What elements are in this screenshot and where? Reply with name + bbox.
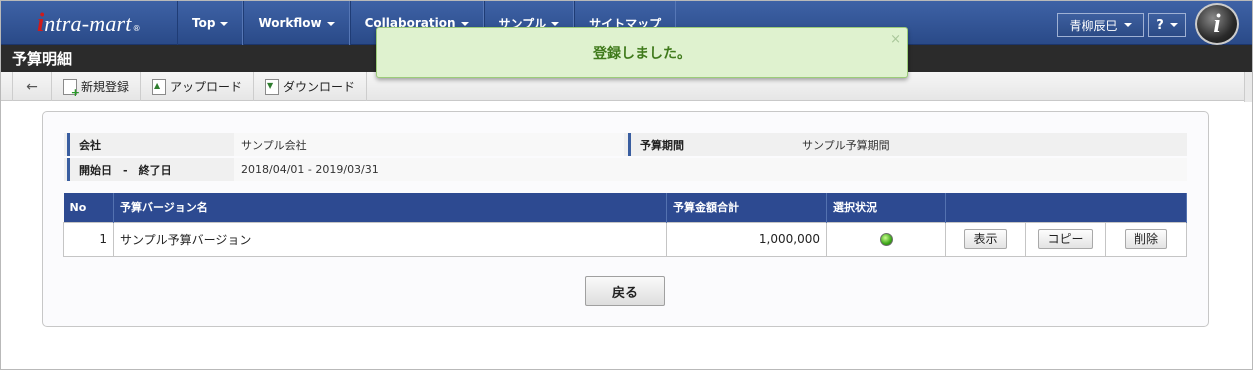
view-button[interactable]: 表示	[964, 229, 1007, 249]
upload-label: アップロード	[170, 80, 243, 94]
chevron-down-icon	[460, 22, 469, 26]
period-label: 予算期間	[628, 133, 793, 156]
info-row-company: 会社 サンプル会社 予算期間 サンプル予算期間	[64, 133, 1187, 156]
back-button[interactable]: 戻る	[585, 276, 665, 306]
row-version-name: サンプル予算バージョン	[113, 221, 667, 257]
user-name: 青柳辰巳	[1069, 18, 1118, 33]
new-document-icon	[63, 78, 80, 99]
help-icon: ?	[1156, 17, 1164, 33]
row-amount: 1,000,000	[666, 221, 827, 257]
budget-version-table: No 予算バージョン名 予算金額合計 選択状況 1 サンプル予算バージョン 1,…	[63, 193, 1187, 257]
arrow-left-icon: ←	[26, 78, 38, 95]
col-no: No	[63, 193, 114, 222]
info-row-dates: 開始日 - 終了日 2018/04/01 - 2019/03/31	[64, 158, 1187, 181]
row-delete-cell: 削除	[1105, 221, 1187, 257]
chevron-down-icon	[220, 22, 229, 26]
logo-text: ntra-mart	[44, 11, 132, 36]
intra-mart-logo[interactable]: i ntra-mart ®	[37, 9, 141, 37]
chevron-down-icon	[551, 22, 560, 26]
col-actions	[945, 193, 1187, 222]
row-copy-cell: コピー	[1025, 221, 1106, 257]
period-value: サンプル予算期間	[802, 138, 890, 152]
row-no: 1	[63, 221, 114, 257]
copy-button[interactable]: コピー	[1038, 229, 1093, 249]
company-label: 会社	[67, 133, 232, 156]
col-selection-status: 選択状況	[826, 193, 946, 222]
selected-status-icon	[879, 233, 893, 246]
upload-button[interactable]: アップロード	[141, 72, 255, 101]
success-notification: 登録しました。 ×	[376, 27, 908, 78]
row-view-cell: 表示	[945, 221, 1026, 257]
table-row: 1 サンプル予算バージョン 1,000,000 表示 コピー 削除	[63, 221, 1187, 257]
nav-top[interactable]: Top	[177, 1, 244, 45]
dates-label: 開始日 - 終了日	[67, 158, 232, 181]
chevron-down-icon	[1123, 23, 1132, 27]
back-arrow-button[interactable]: ←	[12, 72, 52, 101]
chevron-down-icon	[326, 22, 335, 26]
toolbar-scrollbar[interactable]	[1244, 72, 1252, 102]
col-total-amount: 予算金額合計	[666, 193, 827, 222]
download-icon	[265, 78, 280, 95]
nav-top-label: Top	[192, 16, 216, 30]
page-title: 予算明細	[12, 50, 73, 68]
nav-workflow[interactable]: Workflow	[243, 1, 350, 45]
logo-registered: ®	[132, 24, 141, 33]
close-icon[interactable]: ×	[890, 32, 901, 47]
new-register-button[interactable]: 新規登録	[52, 72, 142, 101]
company-value: サンプル会社	[241, 138, 307, 152]
user-menu-button[interactable]: 青柳辰巳	[1057, 13, 1144, 37]
chevron-down-icon	[1169, 23, 1178, 27]
download-button[interactable]: ダウンロード	[254, 72, 368, 101]
row-status	[826, 221, 946, 257]
upload-icon	[152, 78, 167, 95]
table-header-row: No 予算バージョン名 予算金額合計 選択状況	[63, 193, 1187, 222]
app-icon-letter: i	[1213, 9, 1221, 38]
help-menu-button[interactable]: ?	[1148, 13, 1186, 37]
notification-message: 登録しました。	[593, 46, 691, 62]
delete-button[interactable]: 削除	[1124, 229, 1167, 249]
dates-value: 2018/04/01 - 2019/03/31	[241, 163, 379, 176]
new-register-label: 新規登録	[81, 80, 130, 94]
nav-workflow-label: Workflow	[258, 16, 322, 30]
app-icon[interactable]: i	[1195, 3, 1239, 45]
download-label: ダウンロード	[283, 80, 356, 94]
col-version-name: 予算バージョン名	[113, 193, 667, 222]
logo-i: i	[37, 8, 45, 37]
